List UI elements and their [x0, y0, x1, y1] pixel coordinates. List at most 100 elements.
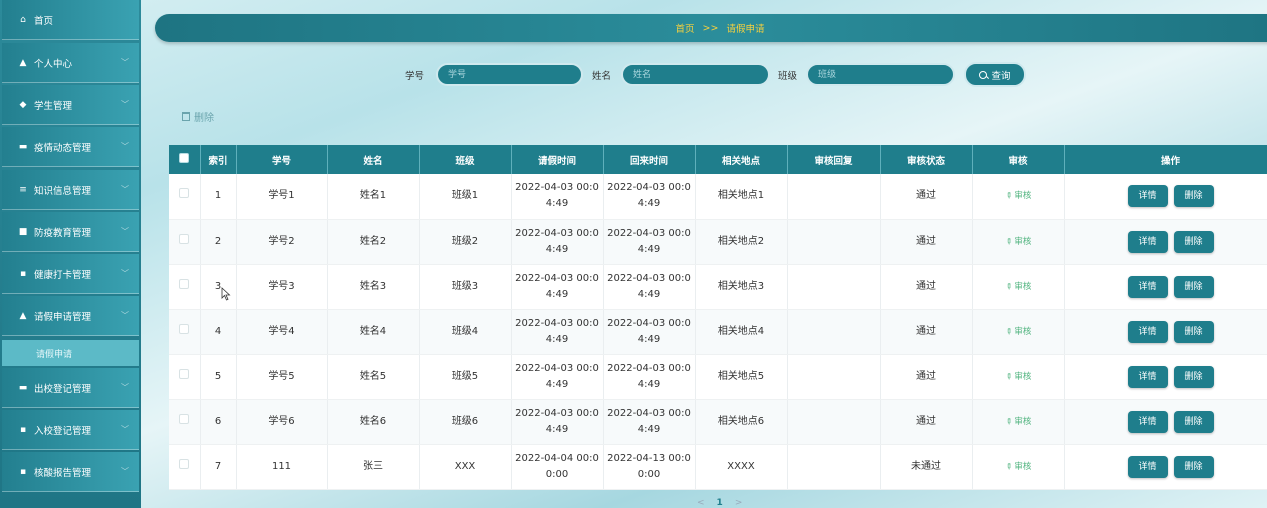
sidebar-item-4[interactable]: ≡ 知识信息管理 ﹀: [2, 170, 139, 210]
mouse-cursor-icon: [221, 287, 231, 301]
cell-actions: 详情 删除: [1064, 309, 1267, 355]
detail-button[interactable]: 详情: [1127, 320, 1168, 343]
return-time-line2: 4:49: [637, 243, 661, 255]
sidebar-item-1[interactable]: ▲ 个人中心 ﹀: [2, 43, 139, 83]
row-checkbox[interactable]: [179, 188, 190, 199]
cell-status: 未通过: [880, 444, 973, 490]
row-select-cell[interactable]: [169, 354, 201, 400]
xuehao-search-input[interactable]: [436, 63, 583, 86]
breadcrumb-home[interactable]: 首页: [676, 21, 695, 35]
user-icon: ▲: [19, 310, 27, 321]
detail-button[interactable]: 详情: [1127, 410, 1168, 433]
cell-xuehao: 学号5: [236, 354, 328, 400]
audit-link-label: 审核: [1014, 461, 1032, 472]
sidebar-item-8[interactable]: ▬ 出校登记管理 ﹀: [2, 368, 139, 408]
row-checkbox[interactable]: [179, 458, 190, 469]
delete-button[interactable]: 删除: [1173, 455, 1214, 478]
select-all-cell[interactable]: [169, 145, 201, 174]
class-search-input[interactable]: [806, 63, 955, 86]
cell-xuehao: 学号3: [236, 264, 328, 310]
table-row: 5 学号5 姓名5 班级5 2022-04-03 00:0 4:49 2022-04-03 …: [169, 354, 1267, 400]
audit-link[interactable]: ✎审核: [1003, 461, 1032, 472]
header-status: 审核状态: [880, 145, 973, 174]
cell-place: 相关地点2: [695, 219, 788, 265]
sidebar-item-5[interactable]: ■ 防疫教育管理 ﹀: [2, 212, 139, 252]
sidebar-item-label: 入校登记管理: [34, 425, 92, 437]
audit-link[interactable]: ✎审核: [1003, 236, 1032, 247]
detail-button[interactable]: 详情: [1127, 230, 1168, 253]
sidebar-item-6[interactable]: ▪ 健康打卡管理 ﹀: [2, 254, 139, 294]
row-select-cell[interactable]: [169, 219, 201, 265]
leave-time-line1: 2022-04-03 00:0: [515, 362, 599, 374]
cell-index: 7: [200, 444, 237, 490]
delete-button[interactable]: 删除: [1173, 410, 1214, 433]
page-number[interactable]: 1: [717, 498, 723, 508]
audit-link[interactable]: ✎审核: [1003, 371, 1032, 382]
row-select-cell[interactable]: [169, 309, 201, 355]
delete-button[interactable]: 删除: [1173, 275, 1214, 298]
delete-button[interactable]: 删除: [1173, 365, 1214, 388]
sidebar-item-label: 请假申请管理: [34, 311, 92, 323]
batch-delete-button[interactable]: 删除: [182, 109, 214, 124]
row-checkbox[interactable]: [179, 413, 190, 424]
row-select-cell[interactable]: [169, 174, 201, 220]
cell-return-time: 2022-04-03 00:0 4:49: [603, 174, 696, 220]
delete-button[interactable]: 删除: [1173, 230, 1214, 253]
cell-index: 2: [200, 219, 237, 265]
delete-button[interactable]: 删除: [1173, 320, 1214, 343]
search-button[interactable]: 查询: [964, 62, 1026, 87]
detail-button[interactable]: 详情: [1127, 275, 1168, 298]
audit-link[interactable]: ✎审核: [1003, 190, 1032, 201]
row-checkbox[interactable]: [179, 323, 190, 334]
sidebar-item-2[interactable]: ◆ 学生管理 ﹀: [2, 85, 139, 125]
next-page-button[interactable]: >: [735, 498, 743, 508]
sidebar-item-7[interactable]: ▲ 请假申请管理 ﹀: [2, 296, 139, 336]
sidebar-item-3[interactable]: ▬ 疫情动态管理 ﹀: [2, 127, 139, 167]
prev-page-button[interactable]: <: [697, 498, 705, 508]
audit-link[interactable]: ✎审核: [1003, 326, 1032, 337]
delete-button[interactable]: 删除: [1173, 185, 1214, 208]
table-header-row: 索引 学号 姓名 班级 请假时间 回来时间 相关地点 审核回复 审核状态 审核 …: [169, 145, 1267, 174]
return-time-line1: 2022-04-03 00:0: [607, 227, 691, 239]
detail-button[interactable]: 详情: [1127, 185, 1168, 208]
user-icon: ▲: [19, 57, 27, 68]
detail-button[interactable]: 详情: [1127, 455, 1168, 478]
select-all-checkbox[interactable]: [179, 153, 190, 163]
breadcrumb-current: 请假申请: [726, 24, 765, 35]
cell-class: 班级3: [419, 264, 512, 310]
sidebar-item-label: 个人中心: [34, 58, 73, 70]
sidebar-subitem-leave-request[interactable]: 请假申请: [2, 340, 139, 366]
cell-audit: ✎审核: [972, 354, 1065, 400]
sidebar-item-9[interactable]: ▪ 入校登记管理 ﹀: [2, 410, 139, 450]
row-select-cell[interactable]: [169, 444, 201, 490]
menu-icon: ≡: [19, 184, 27, 195]
sidebar-item-0[interactable]: ⌂ 首页: [2, 0, 139, 40]
audit-link[interactable]: ✎审核: [1003, 416, 1032, 427]
header-class: 班级: [419, 145, 512, 174]
cell-name: 姓名4: [327, 309, 420, 355]
cell-leave-time: 2022-04-04 00:0 0:00: [511, 444, 604, 490]
class-label: 班级: [778, 71, 798, 82]
sidebar-item-label: 防疫教育管理: [34, 227, 92, 239]
table-row: 1 学号1 姓名1 班级1 2022-04-03 00:0 4:49 2022-04-03 …: [169, 174, 1267, 220]
sidebar-item-label: 核酸报告管理: [34, 467, 92, 479]
row-checkbox[interactable]: [179, 278, 190, 289]
chevron-down-icon: ﹀: [121, 142, 129, 151]
sidebar-item-10[interactable]: ▪ 核酸报告管理 ﹀: [2, 452, 139, 492]
row-select-cell[interactable]: [169, 264, 201, 310]
leave-time-line2: 4:49: [545, 288, 569, 300]
row-checkbox[interactable]: [179, 233, 190, 244]
audit-link[interactable]: ✎审核: [1003, 281, 1032, 292]
leave-time-line1: 2022-04-04 00:0: [515, 452, 599, 464]
row-checkbox[interactable]: [179, 368, 190, 379]
cell-place: XXXX: [695, 444, 788, 490]
cell-return-time: 2022-04-13 00:0 0:00: [603, 444, 696, 490]
row-select-cell[interactable]: [169, 399, 201, 445]
audit-link-label: 审核: [1014, 236, 1032, 247]
name-search-input[interactable]: [621, 63, 770, 86]
cell-actions: 详情 删除: [1064, 399, 1267, 445]
detail-button[interactable]: 详情: [1127, 365, 1168, 388]
breadcrumb: 首页 >> 请假申请: [155, 14, 1267, 42]
sidebar-item-label: 学生管理: [34, 100, 73, 112]
cell-actions: 详情 删除: [1064, 354, 1267, 400]
